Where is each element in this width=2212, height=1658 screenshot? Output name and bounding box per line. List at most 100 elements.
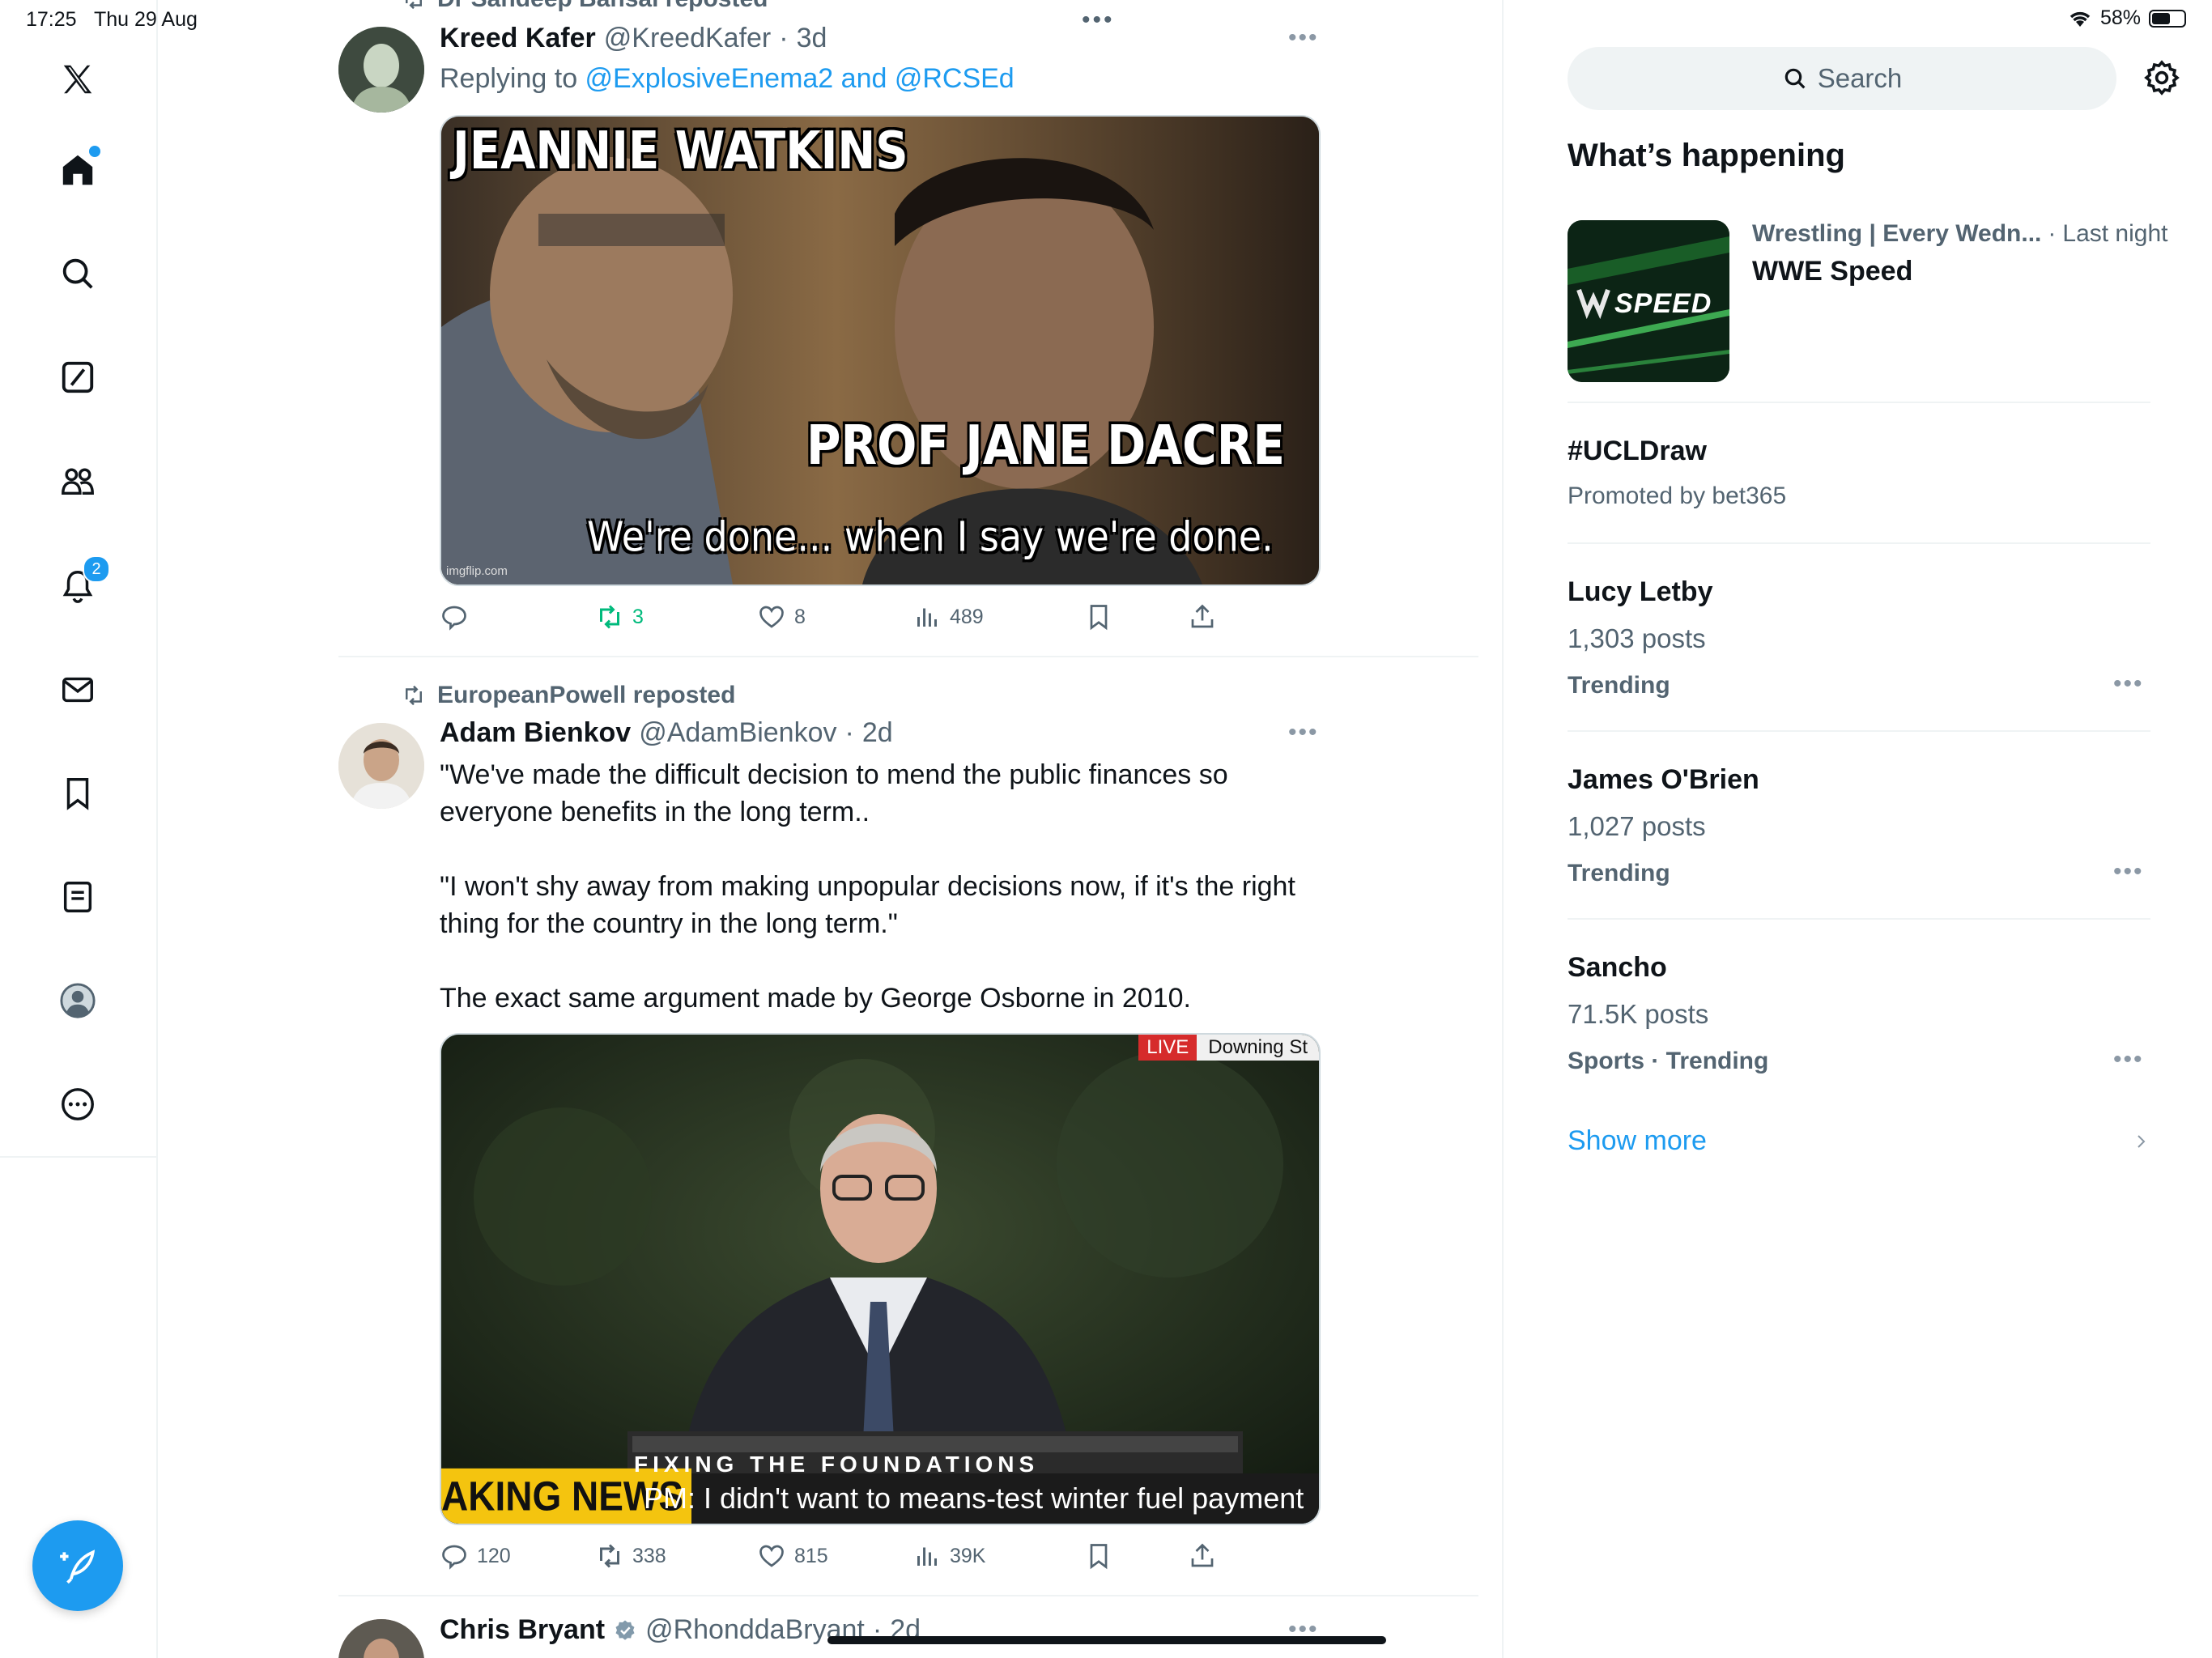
tweet-more-button[interactable]: ••• [1288, 719, 1319, 746]
tweet-divider [338, 656, 1478, 657]
messages-icon[interactable] [50, 662, 105, 717]
tweet-actions: 3 8 489 [440, 601, 1322, 633]
trend-posts: 71.5K posts [1568, 999, 1709, 1029]
trend-tag: Trending [1568, 672, 1670, 699]
location-tag: Downing St [1197, 1035, 1319, 1061]
trend-more-button[interactable]: ••• [2113, 858, 2144, 886]
author-handle[interactable]: @KreedKafer [604, 23, 772, 54]
featured-thumbnail[interactable]: SPEED [1568, 220, 1729, 382]
views-button[interactable]: 39K [912, 1541, 985, 1571]
replying-to-link[interactable]: @ExplosiveEnema2 and @RCSEd [585, 63, 1015, 94]
author-name[interactable]: Kreed Kafer [440, 23, 596, 54]
compose-button[interactable] [32, 1520, 123, 1611]
x-logo-icon[interactable] [50, 52, 105, 107]
tweet-paragraph: The exact same argument made by George O… [440, 983, 1191, 1014]
views-icon [917, 1547, 937, 1566]
search-bar[interactable]: Search [1568, 47, 2116, 110]
profile-icon[interactable] [50, 973, 105, 1028]
replying-line: Replying to @ExplosiveEnema2 and @RCSEd [440, 63, 1015, 95]
tweet-actions: 120 338 815 39K [440, 1540, 1322, 1572]
live-tag: LIVE [1138, 1035, 1197, 1061]
share-button[interactable] [1188, 602, 1217, 631]
featured-category: Wrestling | Every Wedn... [1752, 220, 2042, 247]
meme-image[interactable]: JEANNIE WATKINS PROF JANE DACRE We're do… [440, 115, 1321, 586]
chevron-right-icon [2138, 1135, 2146, 1148]
reply-count: 120 [477, 1544, 511, 1567]
like-count: 815 [794, 1544, 828, 1567]
trend-more-button[interactable]: ••• [2113, 670, 2144, 698]
meme-top-caption: JEANNIE WATKINS [453, 121, 908, 181]
trend-divider [1568, 402, 2150, 403]
author-handle[interactable]: @AdamBienkov [639, 717, 836, 749]
views-icon [917, 608, 937, 627]
repost-by: EuropeanPowell reposted [437, 682, 736, 708]
repost-count: 3 [632, 605, 644, 628]
like-count: 8 [794, 605, 806, 628]
tweet-paragraph: "We've made the difficult decision to me… [440, 759, 1228, 827]
reply-button[interactable]: 120 [440, 1541, 511, 1571]
trend-more-button[interactable]: ••• [2113, 1046, 2144, 1073]
tweet-time[interactable]: 3d [797, 23, 827, 54]
author-name[interactable]: Adam Bienkov [440, 717, 631, 749]
trend-title[interactable]: Sancho [1568, 952, 1667, 984]
trend-divider [1568, 730, 2150, 732]
trend-title[interactable]: #UCLDraw [1568, 436, 1707, 467]
bookmarks-icon[interactable] [50, 766, 105, 821]
compose-feather-icon [60, 1550, 96, 1584]
tweet-divider [338, 1595, 1478, 1596]
home-icon[interactable] [50, 142, 105, 198]
left-nav: 2 [0, 0, 158, 1658]
featured-time: Last night [2062, 220, 2168, 247]
featured-title[interactable]: WWE Speed [1752, 256, 1912, 287]
status-right: 58% [2068, 6, 2186, 30]
trend-title[interactable]: Lucy Letby [1568, 576, 1712, 608]
repost-line: Dr Sandeep Bansal reposted [402, 0, 768, 13]
grok-icon[interactable] [50, 350, 105, 405]
home-indicator[interactable] [827, 1636, 1386, 1644]
repost-button[interactable]: 338 [595, 1541, 666, 1571]
heart-icon [759, 1545, 784, 1567]
trend-divider [1568, 918, 2150, 920]
bookmark-button[interactable] [1084, 1541, 1113, 1571]
tweet-more-button[interactable]: ••• [1288, 24, 1319, 52]
like-button[interactable]: 815 [757, 1541, 828, 1571]
bookmark-button[interactable] [1084, 602, 1113, 631]
avatar[interactable] [338, 27, 424, 113]
battery-percent: 58% [2099, 6, 2141, 29]
search-icon [1784, 68, 1806, 89]
tweet-paragraph: "I won't shy away from making unpopular … [440, 871, 1295, 939]
dot-separator: · [844, 717, 854, 748]
search-icon[interactable] [50, 246, 105, 301]
meme-watermark: imgflip.com [446, 564, 508, 578]
trend-divider [1568, 542, 2150, 544]
trend-posts: 1,303 posts [1568, 623, 1706, 653]
avatar[interactable] [338, 1619, 424, 1658]
news-video[interactable]: AKING NEWS PM: I didn't want to means-te… [440, 1033, 1321, 1525]
settings-gear-icon[interactable] [2142, 58, 2181, 97]
podium-text: FIXING THE FOUNDATIONS [634, 1452, 1040, 1473]
trend-title[interactable]: James O'Brien [1568, 764, 1759, 796]
home-unread-dot [89, 146, 100, 157]
view-count: 39K [950, 1544, 986, 1567]
tweet-time[interactable]: 2d [862, 717, 893, 749]
views-button[interactable]: 489 [912, 602, 984, 631]
share-button[interactable] [1188, 1541, 1217, 1571]
repost-icon [600, 605, 619, 629]
top-overflow-dots[interactable]: ••• [1082, 6, 1115, 34]
reply-button[interactable] [440, 602, 477, 631]
lists-icon[interactable] [50, 869, 105, 925]
avatar[interactable] [338, 723, 424, 809]
reply-icon [442, 606, 466, 631]
meta-separator: · [2048, 220, 2057, 247]
featured-meta: Wrestling | Every Wedn... · Last night [1752, 220, 2167, 248]
meme-mid-caption: PROF JANE DACRE [806, 413, 1285, 478]
show-more-link[interactable]: Show more [1568, 1125, 1707, 1157]
author-name[interactable]: Chris Bryant [440, 1614, 605, 1646]
like-button[interactable]: 8 [757, 602, 806, 631]
tweet-header: Adam Bienkov @AdamBienkov · 2d [440, 717, 893, 749]
repost-button[interactable]: 3 [595, 602, 644, 631]
more-icon[interactable] [50, 1077, 105, 1132]
notifications-icon[interactable]: 2 [50, 555, 110, 614]
communities-icon[interactable] [50, 453, 105, 508]
trend-tag: Sports · Trending [1568, 1048, 1769, 1074]
